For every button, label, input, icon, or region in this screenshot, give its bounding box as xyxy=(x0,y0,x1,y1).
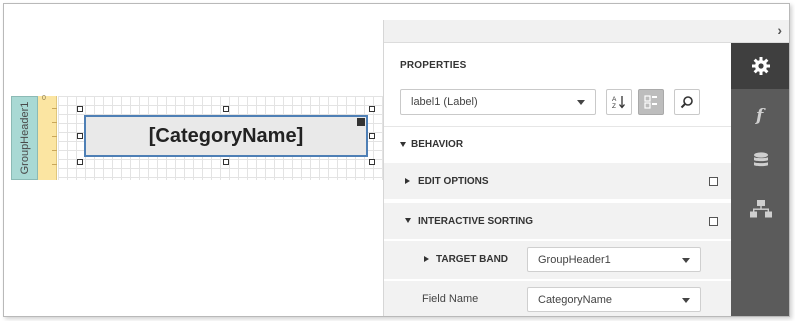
vertical-ruler xyxy=(38,96,57,180)
ruler-zero-mark: 0 xyxy=(42,95,46,102)
collapse-arrow-icon[interactable] xyxy=(424,256,429,262)
function-icon: f xyxy=(755,106,766,125)
group-interactive-sorting[interactable]: INTERACTIVE SORTING xyxy=(384,203,731,239)
chevron-right-icon[interactable]: › xyxy=(777,22,782,38)
panel-title: PROPERTIES xyxy=(400,60,467,71)
smart-tag-icon[interactable] xyxy=(357,118,365,126)
search-button[interactable] xyxy=(674,89,700,115)
chevron-down-icon xyxy=(577,100,585,105)
categorized-view-icon xyxy=(644,95,657,109)
selected-label-control[interactable]: [CategoryName] xyxy=(84,115,368,157)
group-behavior[interactable]: BEHAVIOR xyxy=(384,126,731,161)
hierarchy-icon xyxy=(749,200,772,218)
svg-text:A: A xyxy=(612,96,617,103)
properties-panel: › PROPERTIES label1 (Label) A Z BEHAVIOR… xyxy=(383,20,789,316)
panel-collapse-bar[interactable]: › xyxy=(384,20,789,43)
edit-options-checkbox[interactable] xyxy=(709,177,718,186)
field-name-dropdown[interactable]: CategoryName xyxy=(527,287,701,312)
svg-text:Z: Z xyxy=(612,103,616,110)
chevron-down-icon xyxy=(682,258,690,263)
target-band-label: TARGET BAND xyxy=(436,254,509,265)
group-edit-options[interactable]: EDIT OPTIONS xyxy=(384,163,731,199)
property-field-name: Field Name CategoryName xyxy=(384,281,731,316)
resize-handle-sw[interactable] xyxy=(77,159,83,165)
field-list-tab[interactable] xyxy=(731,138,789,184)
resize-handle-ne[interactable] xyxy=(369,106,375,112)
categorized-view-button[interactable] xyxy=(638,89,664,115)
label-control-text: [CategoryName] xyxy=(148,124,304,147)
resize-handle-w[interactable] xyxy=(77,133,83,139)
field-name-label: Field Name xyxy=(422,293,479,305)
expand-arrow-icon xyxy=(405,218,411,223)
svg-text:f: f xyxy=(755,106,766,125)
resize-handle-n[interactable] xyxy=(223,106,229,112)
target-band-dropdown[interactable]: GroupHeader1 xyxy=(527,247,701,272)
properties-tab[interactable] xyxy=(731,43,789,89)
band-name-label: GroupHeader1 xyxy=(18,101,31,175)
search-icon xyxy=(680,96,693,109)
database-icon xyxy=(753,152,768,167)
chevron-down-icon xyxy=(682,298,690,303)
resize-handle-e[interactable] xyxy=(369,133,375,139)
resize-handle-se[interactable] xyxy=(369,159,375,165)
report-explorer-tab[interactable] xyxy=(731,186,789,232)
properties-content: PROPERTIES label1 (Label) A Z BEHAVIOR E… xyxy=(384,43,731,316)
field-name-value: CategoryName xyxy=(538,294,612,306)
side-tab-rail: f xyxy=(731,43,789,316)
group-edit-options-label: EDIT OPTIONS xyxy=(418,176,489,187)
sort-alphabetically-button[interactable]: A Z xyxy=(606,89,632,115)
collapse-arrow-icon xyxy=(405,178,410,184)
resize-handle-nw[interactable] xyxy=(77,106,83,112)
report-designer-window: GroupHeader1 0 [CategoryName] › PROPERTI… xyxy=(3,3,790,317)
component-selector[interactable]: label1 (Label) xyxy=(400,89,596,115)
component-selector-value: label1 (Label) xyxy=(411,96,478,108)
expand-arrow-icon xyxy=(400,142,406,147)
gear-icon xyxy=(751,57,770,75)
group-behavior-label: BEHAVIOR xyxy=(411,139,464,150)
target-band-value: GroupHeader1 xyxy=(538,254,611,266)
property-target-band: TARGET BAND GroupHeader1 xyxy=(384,241,731,279)
expressions-tab[interactable]: f xyxy=(731,92,789,138)
resize-handle-s[interactable] xyxy=(223,159,229,165)
group-interactive-sorting-label: INTERACTIVE SORTING xyxy=(418,216,534,227)
interactive-sorting-checkbox[interactable] xyxy=(709,217,718,226)
band-header-strip[interactable]: GroupHeader1 xyxy=(11,96,38,180)
sort-az-icon: A Z xyxy=(612,96,625,110)
